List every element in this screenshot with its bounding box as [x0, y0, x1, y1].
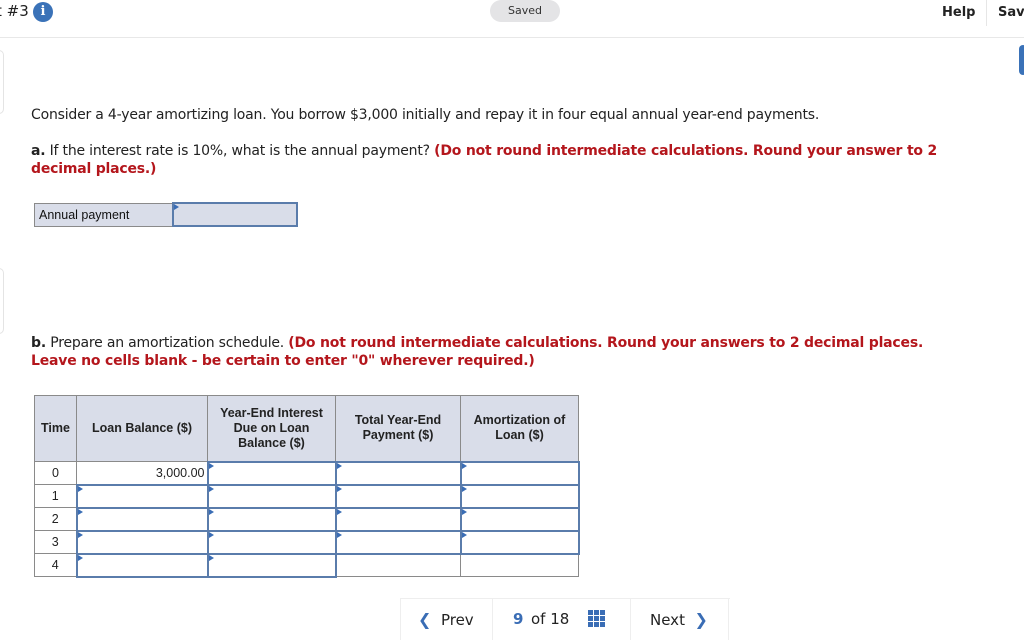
- amortization-schedule-table: Time Loan Balance ($) Year-End Interest …: [34, 395, 580, 578]
- input-flag-icon: [336, 531, 342, 538]
- header-divider: [986, 0, 987, 26]
- info-icon[interactable]: i: [33, 2, 53, 22]
- part-b-text: Prepare an amortization schedule.: [45, 335, 289, 351]
- loan-balance-cell: 3,000.00: [76, 461, 208, 485]
- current-page: 9: [513, 610, 524, 628]
- table-row: 2: [34, 506, 580, 532]
- interest-input[interactable]: [206, 460, 337, 486]
- part-a-label: a.: [31, 143, 46, 159]
- header-interest: Year-End Interest Due on Loan Balance ($…: [207, 395, 336, 462]
- nav-divider: [630, 598, 631, 640]
- assignment-title: t #3: [0, 2, 29, 20]
- left-panel-card: [0, 50, 4, 114]
- chevron-left-icon: ❮: [418, 610, 432, 629]
- prev-label: Prev: [440, 611, 474, 629]
- saved-status-badge: Saved: [490, 0, 560, 22]
- input-flag-icon: [208, 531, 214, 538]
- loan-balance-input[interactable]: [75, 483, 209, 509]
- input-flag-icon: [208, 508, 214, 515]
- payment-input[interactable]: [334, 460, 462, 486]
- next-button[interactable]: Next ❯: [650, 610, 708, 629]
- table-row: 1: [34, 483, 580, 509]
- nav-divider: [400, 598, 401, 640]
- input-flag-icon: [77, 485, 83, 492]
- input-flag-icon: [336, 485, 342, 492]
- interest-input[interactable]: [206, 483, 337, 509]
- time-cell: 0: [34, 461, 77, 485]
- table-row: 4: [34, 552, 579, 578]
- input-flag-icon: [461, 508, 467, 515]
- page-total: of 18: [531, 610, 570, 628]
- interest-input[interactable]: [206, 552, 337, 578]
- left-panel-card: [0, 268, 4, 334]
- input-flag-icon: [461, 485, 467, 492]
- chevron-right-icon: ❯: [694, 610, 708, 629]
- header-time: Time: [34, 395, 77, 462]
- top-bar: t #3 i Saved Help Save: [0, 0, 1024, 38]
- payment-input[interactable]: [334, 529, 462, 555]
- annual-payment-table: Annual payment: [34, 202, 298, 227]
- input-flag-icon: [461, 531, 467, 538]
- loan-balance-input[interactable]: [75, 529, 209, 555]
- next-label: Next: [650, 611, 685, 629]
- input-flag-icon: [336, 462, 342, 469]
- input-flag-icon: [461, 462, 467, 469]
- annual-payment-input[interactable]: [171, 202, 298, 227]
- part-a-prompt: a. If the interest rate is 10%, what is …: [31, 142, 971, 178]
- time-cell: 2: [34, 507, 77, 531]
- part-a-text: If the interest rate is 10%, what is the…: [45, 143, 435, 159]
- time-cell: 4: [34, 553, 77, 577]
- header-amortization: Amortization of Loan ($): [460, 395, 579, 462]
- prev-button[interactable]: ❮ Prev: [418, 610, 474, 629]
- amortization-input[interactable]: [459, 506, 580, 532]
- side-panel-tab[interactable]: [1019, 45, 1024, 75]
- payment-empty-cell: [335, 553, 461, 577]
- nav-divider: [492, 598, 493, 640]
- save-exit-button[interactable]: Save: [998, 5, 1024, 20]
- input-flag-icon: [208, 554, 214, 561]
- loan-balance-input[interactable]: [75, 506, 209, 532]
- table-row: 3: [34, 529, 580, 555]
- amortization-input[interactable]: [459, 529, 580, 555]
- time-cell: 1: [34, 484, 77, 508]
- input-flag-icon: [173, 204, 179, 210]
- annual-payment-label: Annual payment: [34, 202, 173, 227]
- part-b-prompt: b. Prepare an amortization schedule. (Do…: [31, 334, 971, 370]
- nav-divider: [728, 598, 729, 640]
- interest-input[interactable]: [206, 506, 337, 532]
- amortization-empty-cell: [460, 553, 579, 577]
- amortization-input[interactable]: [459, 483, 580, 509]
- grid-icon[interactable]: [588, 610, 606, 628]
- payment-input[interactable]: [334, 483, 462, 509]
- loan-balance-input[interactable]: [75, 552, 209, 578]
- part-b-label: b.: [31, 335, 46, 351]
- amortization-input[interactable]: [459, 460, 580, 486]
- table-row: 0 3,000.00: [34, 460, 580, 486]
- input-flag-icon: [208, 462, 214, 469]
- input-flag-icon: [208, 485, 214, 492]
- input-flag-icon: [77, 554, 83, 561]
- input-flag-icon: [77, 531, 83, 538]
- question-intro: Consider a 4-year amortizing loan. You b…: [31, 107, 820, 123]
- input-flag-icon: [336, 508, 342, 515]
- time-cell: 3: [34, 530, 77, 554]
- header-loan-balance: Loan Balance ($): [76, 395, 208, 462]
- interest-input[interactable]: [206, 529, 337, 555]
- header-payment: Total Year-End Payment ($): [335, 395, 461, 462]
- input-flag-icon: [77, 508, 83, 515]
- help-button[interactable]: Help: [942, 5, 975, 20]
- payment-input[interactable]: [334, 506, 462, 532]
